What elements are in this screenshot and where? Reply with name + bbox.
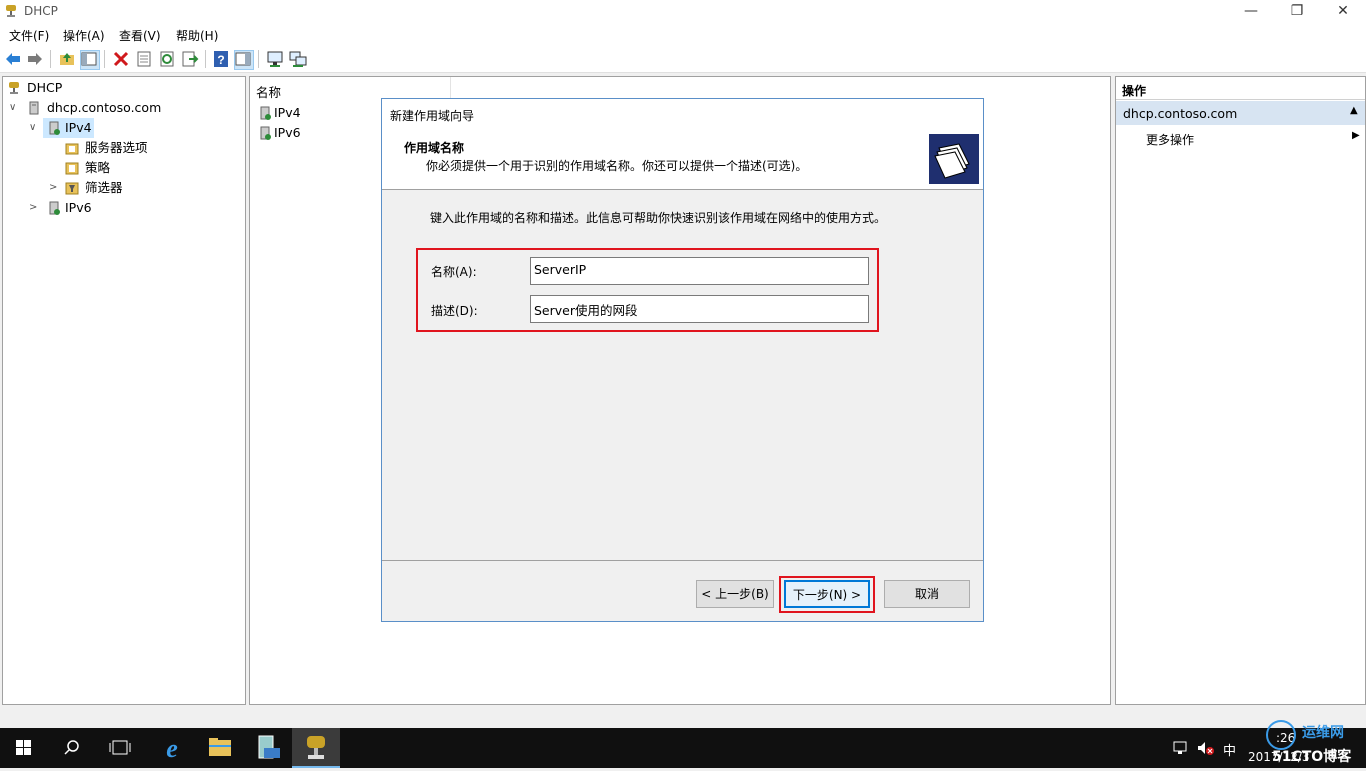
toolbar: ? xyxy=(0,46,1366,73)
watermark-brand: 运维网 xyxy=(1302,725,1344,741)
name-label: 名称(A): xyxy=(431,265,477,279)
menu-action[interactable]: 操作(A) xyxy=(63,27,105,44)
wizard-title: 新建作用域向导 xyxy=(390,109,475,123)
tree-item-ipv4[interactable]: ∨ IPv4 xyxy=(5,118,245,138)
tree-label: IPv4 xyxy=(65,120,92,135)
show-hide-tree-icon[interactable] xyxy=(80,50,100,70)
refresh-icon[interactable] xyxy=(158,50,176,68)
wizard-header: 作用域名称 你必须提供一个用于识别的作用域名称。你还可以提供一个描述(可选)。 xyxy=(382,129,983,190)
ipv6-server-icon xyxy=(47,201,61,215)
menu-file[interactable]: 文件(F) xyxy=(9,27,49,44)
back-arrow-icon[interactable] xyxy=(4,50,22,68)
dhcp-app-icon xyxy=(4,4,18,18)
submenu-arrow-icon: ▶ xyxy=(1352,130,1360,141)
status-bar xyxy=(0,708,1366,728)
more-actions-label: 更多操作 xyxy=(1146,133,1195,147)
actions-header: 操作 xyxy=(1116,77,1365,100)
toolbar-separator xyxy=(258,50,259,68)
toolbar-separator xyxy=(205,50,206,68)
cancel-button[interactable]: 取消 xyxy=(884,580,970,608)
close-button[interactable]: ✕ xyxy=(1320,0,1366,24)
internet-explorer-icon[interactable]: e xyxy=(148,728,196,768)
back-button[interactable]: < 上一步(B) xyxy=(696,580,774,608)
new-scope-wizard-dialog: 新建作用域向导 作用域名称 你必须提供一个用于识别的作用域名称。你还可以提供一个… xyxy=(381,98,984,622)
watermark-logo: 运维网 51CTO博客 xyxy=(1262,720,1366,768)
monitor-icon[interactable] xyxy=(266,50,284,68)
tree-label: 筛选器 xyxy=(85,180,123,195)
menu-bar: 文件(F) 操作(A) 查看(V) 帮助(H) xyxy=(0,24,1366,46)
file-explorer-icon[interactable] xyxy=(196,728,244,768)
properties-icon[interactable] xyxy=(135,50,153,68)
wizard-title-bar: 新建作用域向导 xyxy=(382,99,983,129)
chevron-right-icon[interactable]: > xyxy=(29,198,37,218)
description-label: 描述(D): xyxy=(431,304,478,318)
restore-button[interactable]: ❐ xyxy=(1274,0,1320,24)
wizard-subheading: 你必须提供一个用于识别的作用域名称。你还可以提供一个描述(可选)。 xyxy=(426,159,808,173)
more-actions-item[interactable]: 更多操作 ▶ xyxy=(1116,127,1365,149)
dhcp-taskbar-icon[interactable] xyxy=(292,728,340,768)
network-icon[interactable] xyxy=(289,50,307,68)
server-options-icon xyxy=(65,141,79,155)
toolbar-separator xyxy=(50,50,51,68)
collapse-up-icon[interactable]: ▲ xyxy=(1350,105,1358,116)
wizard-folder-icon xyxy=(929,134,979,184)
tree-label: dhcp.contoso.com xyxy=(47,100,162,115)
tree-label: DHCP xyxy=(27,80,63,95)
start-windows-icon[interactable] xyxy=(0,728,48,768)
filters-icon xyxy=(65,181,79,195)
actions-section-server[interactable]: dhcp.contoso.com ▲ xyxy=(1116,101,1365,125)
delete-icon[interactable] xyxy=(112,50,130,68)
menu-view[interactable]: 查看(V) xyxy=(119,27,161,44)
title-bar: DHCP — ❐ ✕ xyxy=(0,0,1366,24)
scope-description-input[interactable]: Server使用的网段 xyxy=(530,295,869,323)
svg-text:?: ? xyxy=(217,53,224,67)
tree-label: IPv6 xyxy=(65,200,92,215)
svg-text:e: e xyxy=(166,734,178,763)
column-header-name[interactable]: 名称 xyxy=(250,77,451,100)
show-action-pane-icon[interactable] xyxy=(234,50,254,70)
ime-indicator[interactable]: 中 xyxy=(1223,740,1236,759)
dhcp-icon xyxy=(7,81,21,95)
column-header-label: 名称 xyxy=(256,85,282,100)
toolbar-separator xyxy=(104,50,105,68)
wizard-heading: 作用域名称 xyxy=(404,141,465,155)
chevron-down-icon[interactable]: ∨ xyxy=(9,98,16,118)
list-item-label: IPv6 xyxy=(274,125,301,140)
network-status-icon[interactable] xyxy=(1172,740,1190,756)
server-manager-icon[interactable] xyxy=(244,728,292,768)
console-tree: DHCP ∨ dhcp.contoso.com ∨ IPv4 服务器选项 策略 … xyxy=(2,76,246,705)
ipv6-server-icon xyxy=(258,126,272,140)
search-icon[interactable] xyxy=(48,728,96,768)
taskbar: e 中 :26 2017/12/3 运维网 51CTO博客 xyxy=(0,720,1366,768)
ipv4-server-icon xyxy=(47,121,61,135)
actions-pane: 操作 dhcp.contoso.com ▲ 更多操作 ▶ xyxy=(1115,76,1366,705)
chevron-down-icon[interactable]: ∨ xyxy=(29,118,36,138)
watermark-site: 51CTO博客 xyxy=(1272,749,1352,765)
actions-section-label: dhcp.contoso.com xyxy=(1123,106,1238,121)
export-icon[interactable] xyxy=(181,50,199,68)
task-view-icon[interactable] xyxy=(96,728,144,768)
menu-help[interactable]: 帮助(H) xyxy=(176,27,218,44)
actions-header-label: 操作 xyxy=(1122,84,1147,98)
volume-muted-icon[interactable] xyxy=(1196,740,1216,756)
forward-arrow-icon[interactable] xyxy=(26,50,44,68)
scope-name-input[interactable]: ServerIP xyxy=(530,257,869,285)
wizard-instruction: 键入此作用域的名称和描述。此信息可帮助你快速识别该作用域在网络中的使用方式。 xyxy=(430,211,887,225)
ipv4-server-icon xyxy=(258,106,272,120)
minimize-button[interactable]: — xyxy=(1228,0,1274,24)
tree-label: 策略 xyxy=(85,160,111,175)
server-icon xyxy=(27,101,41,115)
help-icon[interactable]: ? xyxy=(212,50,230,68)
window-title: DHCP xyxy=(24,4,58,18)
up-folder-icon[interactable] xyxy=(58,50,76,68)
chevron-right-icon[interactable]: > xyxy=(49,178,57,198)
wizard-divider xyxy=(382,560,983,561)
policies-icon xyxy=(65,161,79,175)
next-button[interactable]: 下一步(N) > xyxy=(784,580,870,608)
tree-label: 服务器选项 xyxy=(85,140,148,155)
list-item-label: IPv4 xyxy=(274,105,301,120)
